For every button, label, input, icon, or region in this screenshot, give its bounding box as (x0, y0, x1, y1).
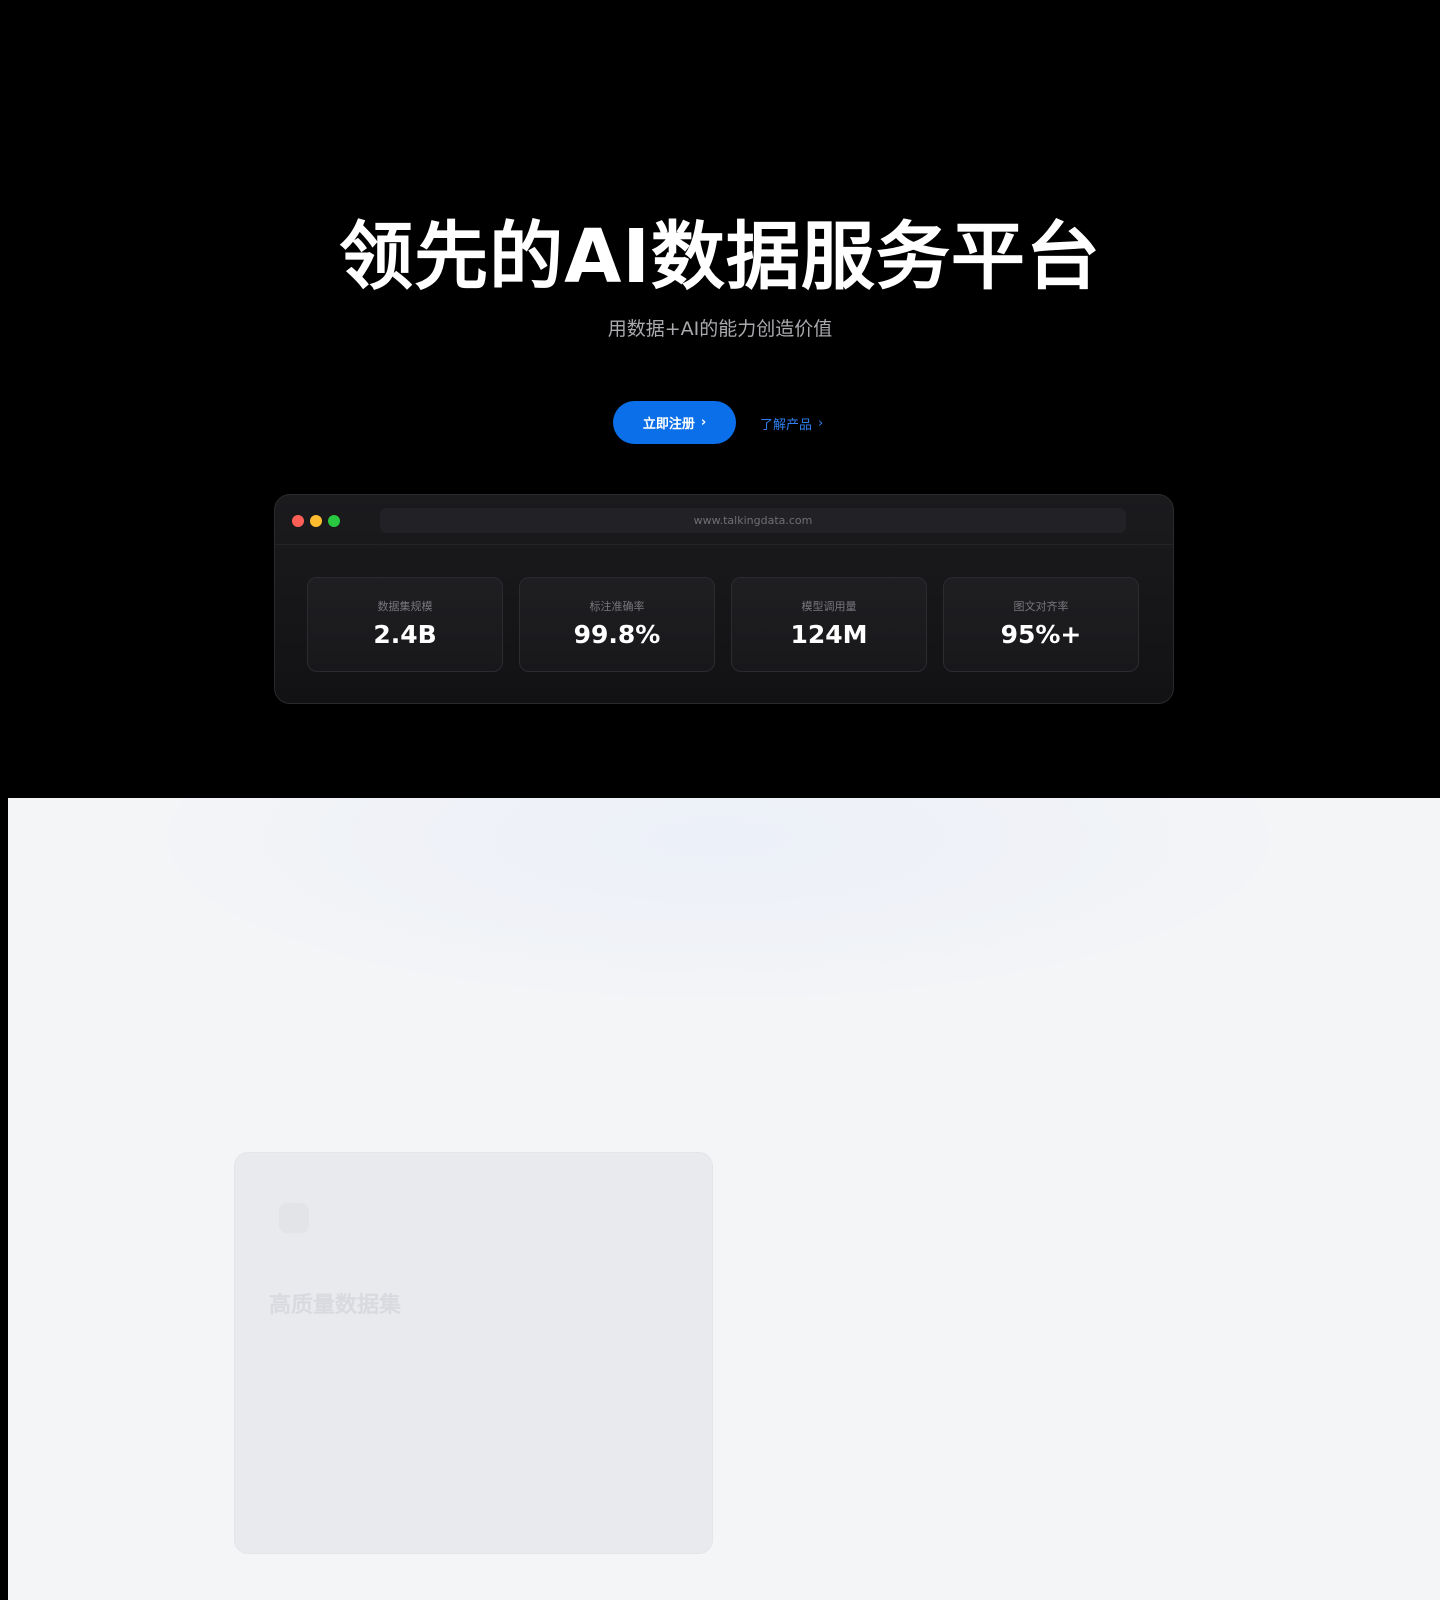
stat-label: 标注准确率 (589, 600, 645, 613)
stat-value: 95%+ (1000, 620, 1082, 649)
chevron-right-icon: › (700, 415, 707, 430)
window-maximize-dot-icon (328, 515, 340, 527)
section-background-glow (168, 798, 1268, 998)
browser-mockup: www.talkingdata.com 数据集规模 2.4B 标注准确率 99.… (274, 494, 1174, 704)
hero-title: 领先的AI数据服务平台 (339, 214, 1101, 300)
chevron-right-icon: › (818, 415, 824, 431)
stat-value: 124M (790, 620, 868, 649)
products-section: 高质量数据集 (8, 798, 1440, 1600)
browser-toolbar: www.talkingdata.com (275, 495, 1173, 545)
register-button-label: 立即注册 (642, 417, 695, 432)
window-minimize-dot-icon (310, 515, 322, 527)
product-card[interactable]: 高质量数据集 (234, 1152, 713, 1554)
stat-card-image-text-alignment: 图文对齐率 95%+ (943, 577, 1139, 672)
learn-product-link[interactable]: 了解产品 › (760, 412, 823, 434)
stat-card-annotation-accuracy: 标注准确率 99.8% (519, 577, 715, 672)
register-button[interactable]: 立即注册 › (613, 401, 736, 444)
dataset-icon (279, 1203, 309, 1233)
stat-label: 数据集规模 (377, 600, 433, 613)
address-bar: www.talkingdata.com (380, 508, 1126, 533)
stat-label: 模型调用量 (801, 600, 857, 613)
stat-card-model-calls: 模型调用量 124M (731, 577, 927, 672)
hero-subtitle: 用数据+AI的能力创造价值 (607, 318, 833, 340)
stat-label: 图文对齐率 (1013, 600, 1069, 613)
stat-card-dataset-size: 数据集规模 2.4B (307, 577, 503, 672)
window-close-dot-icon (292, 515, 304, 527)
product-card-title: 高质量数据集 (269, 1293, 402, 1318)
learn-product-label: 了解产品 (760, 417, 813, 433)
stat-value: 2.4B (373, 620, 437, 649)
stat-value: 99.8% (573, 620, 661, 649)
hero-section: 领先的AI数据服务平台 用数据+AI的能力创造价值 立即注册 › 了解产品 › … (0, 0, 1440, 798)
